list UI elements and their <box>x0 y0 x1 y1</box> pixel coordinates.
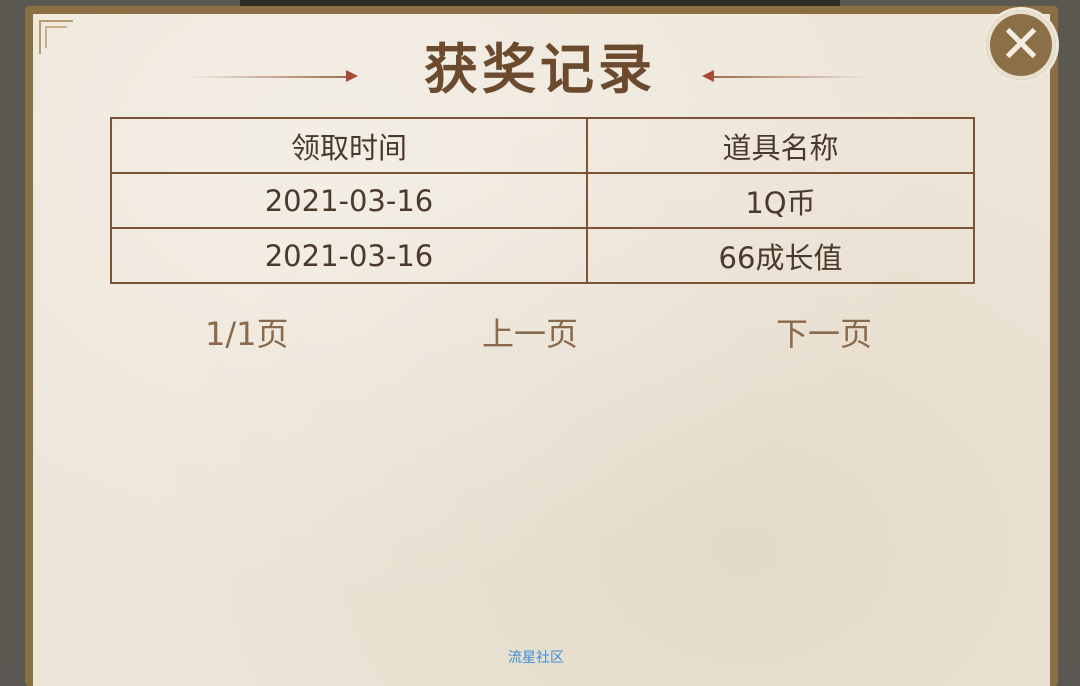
close-button[interactable]: ✕ <box>978 4 1066 86</box>
item-name-cell: 66成长值 <box>586 227 975 284</box>
claim-time-cell: 2021-03-16 <box>110 227 588 284</box>
table-row: 2021-03-16 66成长值 <box>110 227 975 284</box>
column-header-item-name: 道具名称 <box>586 117 975 174</box>
column-header-claim-time: 领取时间 <box>110 117 588 174</box>
table-header-row: 领取时间 道具名称 <box>110 117 975 174</box>
next-page-button[interactable]: 下一页 <box>776 312 872 356</box>
title-area: 获奖记录 <box>0 34 1080 104</box>
claim-time-cell: 2021-03-16 <box>110 172 588 229</box>
item-name-cell: 1Q币 <box>586 172 975 229</box>
page-indicator: 1/1页 <box>205 315 289 353</box>
prev-page-button[interactable]: 上一页 <box>482 312 578 356</box>
watermark: 流星社区 <box>508 650 564 666</box>
reward-records-table: 领取时间 道具名称 2021-03-16 1Q币 2021-03-16 66成长… <box>110 117 975 284</box>
close-icon: ✕ <box>999 15 1043 75</box>
dialog-title: 获奖记录 <box>424 37 656 101</box>
table-row: 2021-03-16 1Q币 <box>110 172 975 229</box>
